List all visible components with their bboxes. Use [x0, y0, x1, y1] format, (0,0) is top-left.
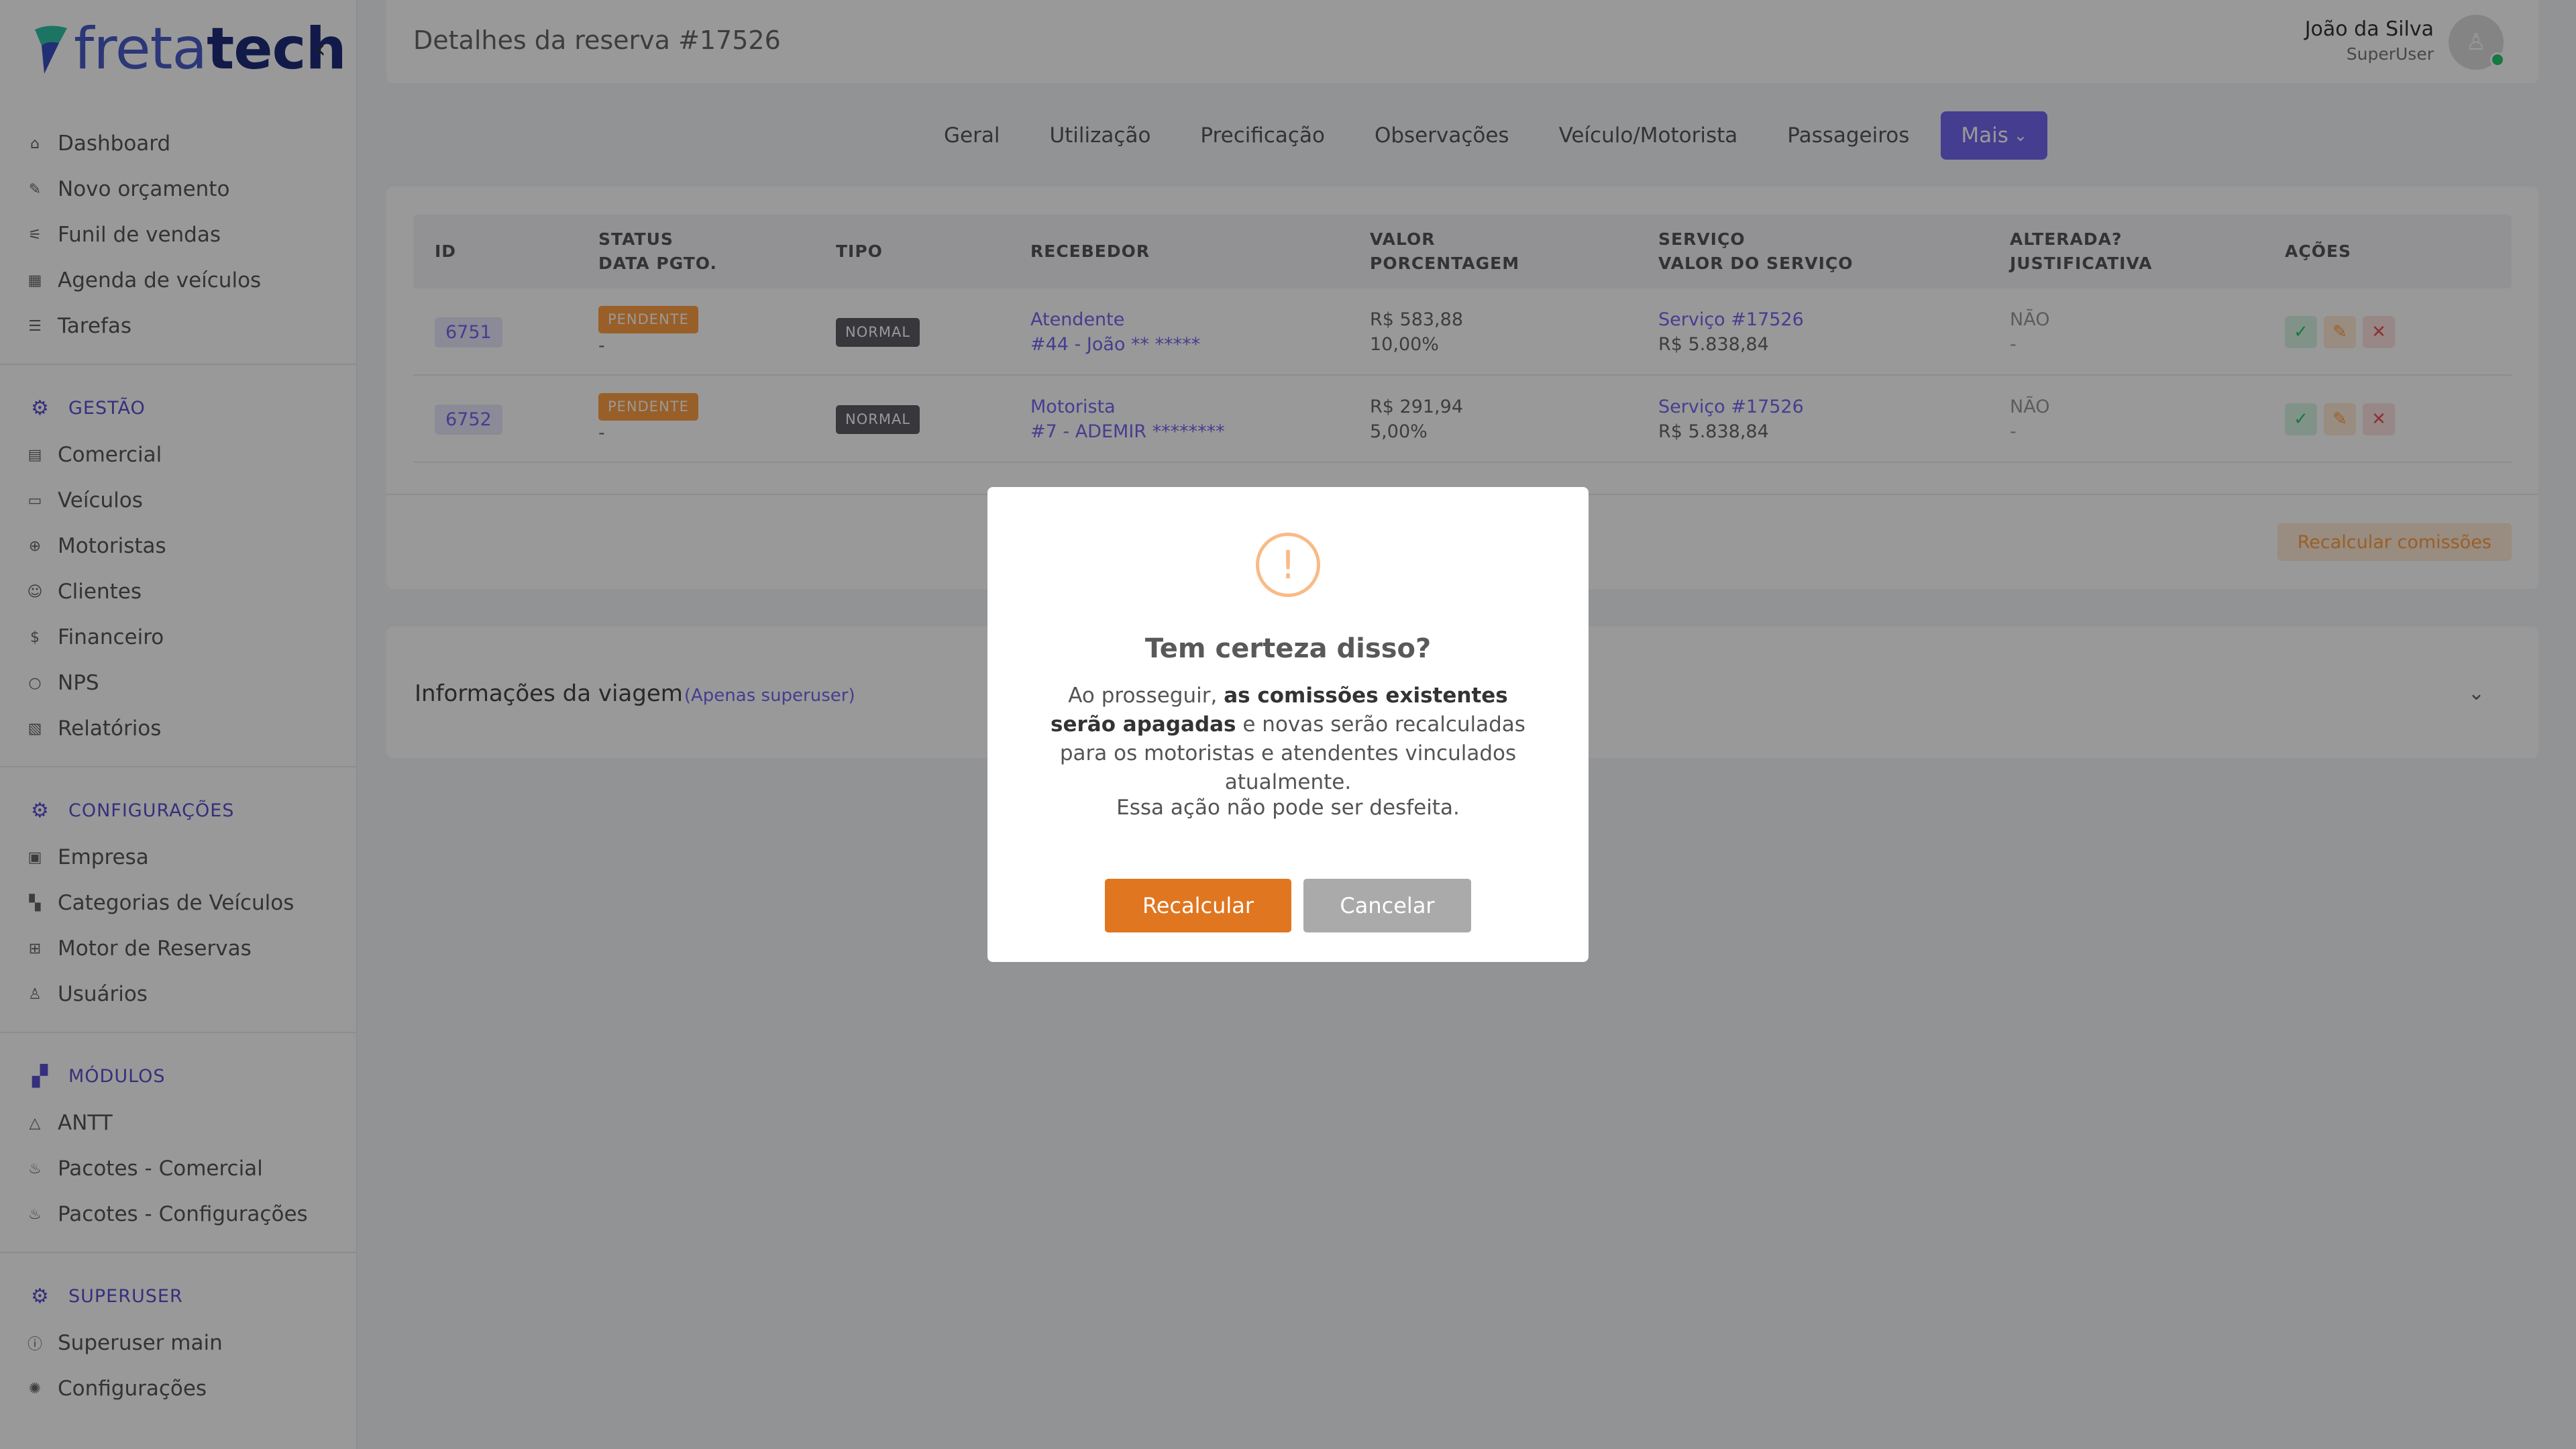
- dialog-message: Ao prosseguir, as comissões existentes s…: [1051, 684, 1525, 794]
- dialog-title: Tem certeza disso?: [1144, 633, 1432, 664]
- dialog-warning-note: Essa ação não pode ser desfeita.: [1116, 796, 1460, 820]
- confirm-dialog: ! Tem certeza disso? Ao prosseguir, as c…: [987, 487, 1589, 962]
- cancel-button[interactable]: Cancelar: [1303, 879, 1471, 932]
- warning-icon: !: [1256, 533, 1320, 597]
- recalculate-confirm-button[interactable]: Recalcular: [1105, 879, 1291, 932]
